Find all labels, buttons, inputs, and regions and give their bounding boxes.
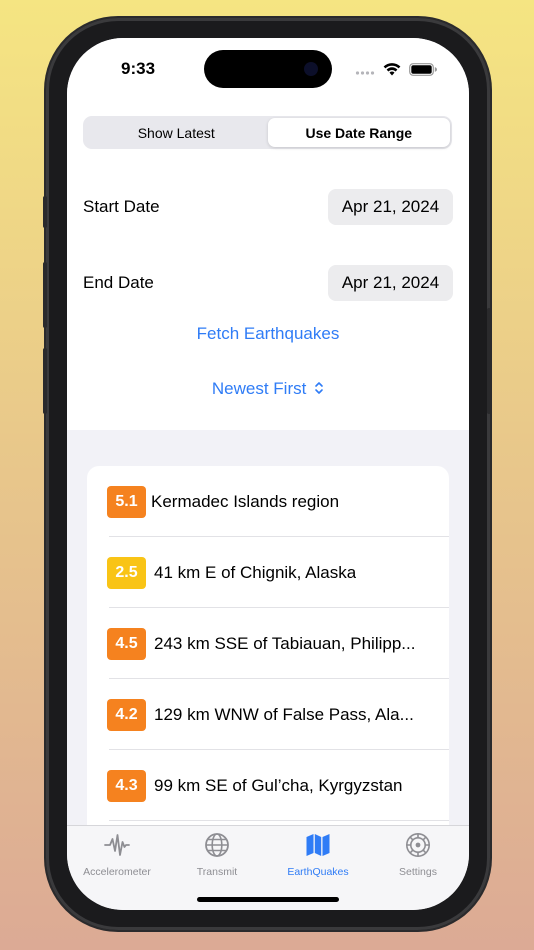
quake-place: Kermadec Islands region <box>151 491 340 511</box>
waveform-icon <box>104 832 130 863</box>
tab-settings[interactable]: Settings <box>368 832 468 878</box>
segment-use-date-range[interactable]: Use Date Range <box>267 118 450 147</box>
app-screen: 9:33 Show Latest Use Date Range Start Da… <box>67 38 469 910</box>
quake-place: 243 km SSE of Tabiauan, Philipp... <box>154 633 416 653</box>
start-date-picker[interactable]: Apr 21, 2024 <box>328 189 453 225</box>
tab-transmit[interactable]: Transmit <box>167 832 267 878</box>
row-divider <box>109 820 449 821</box>
volume-down-button <box>43 348 47 414</box>
magnitude-badge: 4.5 <box>107 627 146 660</box>
quake-place: 41 km E of Chignik, Alaska <box>154 562 357 582</box>
tab-earthquakes[interactable]: EarthQuakes <box>268 832 368 878</box>
status-icons <box>355 62 437 81</box>
earthquake-list: 5.1 Kermadec Islands region 2.5 41 km E … <box>87 466 449 846</box>
quake-place: 129 km WNW of False Pass, Ala... <box>154 704 414 724</box>
status-time: 9:33 <box>121 59 156 78</box>
magnitude-badge: 5.1 <box>107 485 146 518</box>
volume-up-button <box>43 262 47 328</box>
side-button <box>487 308 491 414</box>
cellular-icon <box>355 63 375 81</box>
tab-accelerometer[interactable]: Accelerometer <box>67 832 167 878</box>
end-date-label: End Date <box>83 273 154 292</box>
fetch-earthquakes-button[interactable]: Fetch Earthquakes <box>67 324 469 344</box>
tab-label: Settings <box>399 866 437 878</box>
sort-order-picker[interactable]: Newest First <box>67 379 469 400</box>
mode-segmented-control: Show Latest Use Date Range <box>83 116 452 149</box>
dynamic-island <box>204 50 332 88</box>
magnitude-badge: 4.3 <box>107 769 146 802</box>
start-date-label: Start Date <box>83 197 160 216</box>
wifi-icon <box>383 62 401 81</box>
gear-icon <box>405 832 431 863</box>
tab-label: Transmit <box>196 866 238 878</box>
chevron-up-down-icon <box>314 380 324 400</box>
tab-label: EarthQuakes <box>287 866 349 878</box>
list-item[interactable]: 5.1 Kermadec Islands region <box>87 466 449 537</box>
quake-place: 99 km SE of Gul’cha, Kyrgyzstan <box>154 775 403 795</box>
controls-panel: 9:33 Show Latest Use Date Range Start Da… <box>67 38 469 430</box>
end-date-picker[interactable]: Apr 21, 2024 <box>328 265 453 301</box>
sort-order-label: Newest First <box>211 379 307 398</box>
list-item[interactable]: 4.5 243 km SSE of Tabiauan, Philipp... <box>87 608 449 679</box>
magnitude-badge: 2.5 <box>107 556 146 589</box>
action-button <box>43 196 47 228</box>
list-item[interactable]: 4.2 129 km WNW of False Pass, Ala... <box>87 679 449 750</box>
magnitude-badge: 4.2 <box>107 698 146 731</box>
segment-show-latest[interactable]: Show Latest <box>85 118 268 147</box>
camera-icon <box>304 62 318 76</box>
tab-label: Accelerometer <box>83 866 151 878</box>
globe-icon <box>204 832 230 863</box>
list-item[interactable]: 2.5 41 km E of Chignik, Alaska <box>87 537 449 608</box>
battery-icon <box>409 62 437 81</box>
list-item[interactable]: 4.3 99 km SE of Gul’cha, Kyrgyzstan <box>87 750 449 821</box>
home-indicator <box>197 897 339 902</box>
map-icon <box>305 832 331 863</box>
